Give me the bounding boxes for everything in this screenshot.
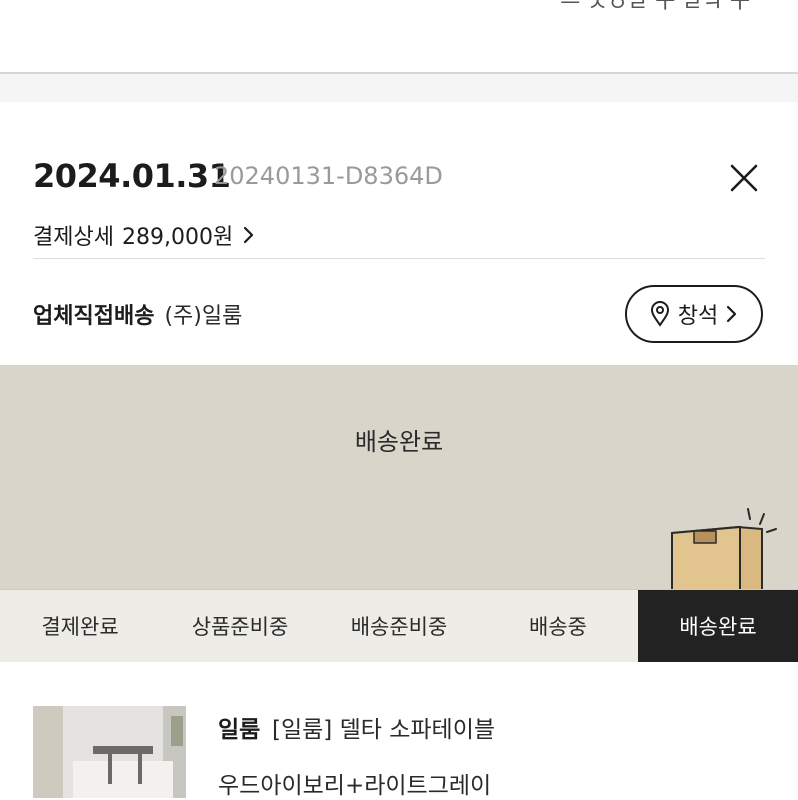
product-option: 우드아이보리+라이트그레이 — [218, 773, 492, 799]
delivery-status-title: 배송완료 — [354, 428, 444, 456]
delivery-status-banner: 배송완료 — [0, 365, 798, 591]
chevron-right-icon — [243, 225, 255, 245]
order-date: 2024.01.31 — [33, 157, 231, 195]
close-icon — [730, 164, 758, 192]
section-gap — [0, 74, 798, 102]
location-pin-icon — [650, 301, 669, 327]
product-thumbnail[interactable] — [33, 706, 186, 798]
top-partial-text: ㅡ ㅅㅇㄹ ㅜ ㄹㅋ ㅜ — [560, 0, 750, 17]
step-in-transit: 배송중 — [529, 615, 587, 639]
step-delivered: 배송완료 — [638, 590, 798, 662]
product-name[interactable]: [일룸] 델타 소파테이블 — [272, 710, 495, 744]
payment-detail-label: 결제상세 — [33, 225, 114, 250]
step-preparing-shipment: 배송준비중 — [350, 615, 448, 639]
payment-detail-link[interactable]: 결제상세 289,000원 — [33, 219, 255, 251]
chevron-right-icon — [727, 305, 737, 323]
divider — [33, 258, 765, 259]
delivery-location-button[interactable]: 창석 — [625, 285, 763, 343]
close-button[interactable] — [724, 158, 764, 198]
order-number: 20240131-D8364D — [214, 162, 443, 190]
delivery-type: 업체직접배송 — [33, 304, 155, 329]
delivery-progress-tracker: 결제완료 상품준비중 배송준비중 배송중 배송완료 — [0, 589, 798, 662]
step-payment-complete: 결제완료 — [41, 615, 119, 639]
package-box-icon — [671, 508, 777, 591]
payment-amount: 289,000원 — [121, 225, 234, 250]
product-image — [33, 706, 186, 798]
location-button-label: 창석 — [677, 304, 719, 329]
top-strip: ㅡ ㅅㅇㄹ ㅜ ㄹㅋ ㅜ — [0, 0, 798, 72]
seller-name: (주)일룸 — [164, 304, 243, 329]
delivery-info: 업체직접배송 (주)일룸 — [33, 298, 242, 330]
step-preparing-product: 상품준비중 — [191, 615, 289, 639]
product-brand: 일룸 — [218, 717, 261, 743]
